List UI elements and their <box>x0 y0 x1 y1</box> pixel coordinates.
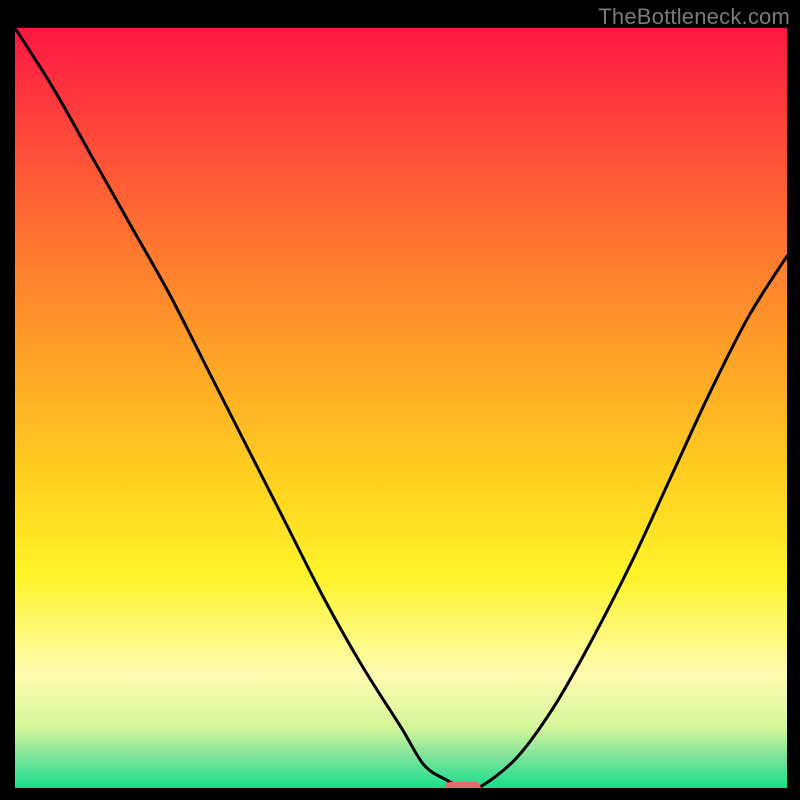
watermark-label: TheBottleneck.com <box>598 4 790 30</box>
chart-svg <box>15 28 787 788</box>
chart-frame: TheBottleneck.com <box>0 0 800 800</box>
chart-marker <box>445 782 481 788</box>
chart-plot-area <box>15 28 787 788</box>
chart-background <box>15 28 787 788</box>
